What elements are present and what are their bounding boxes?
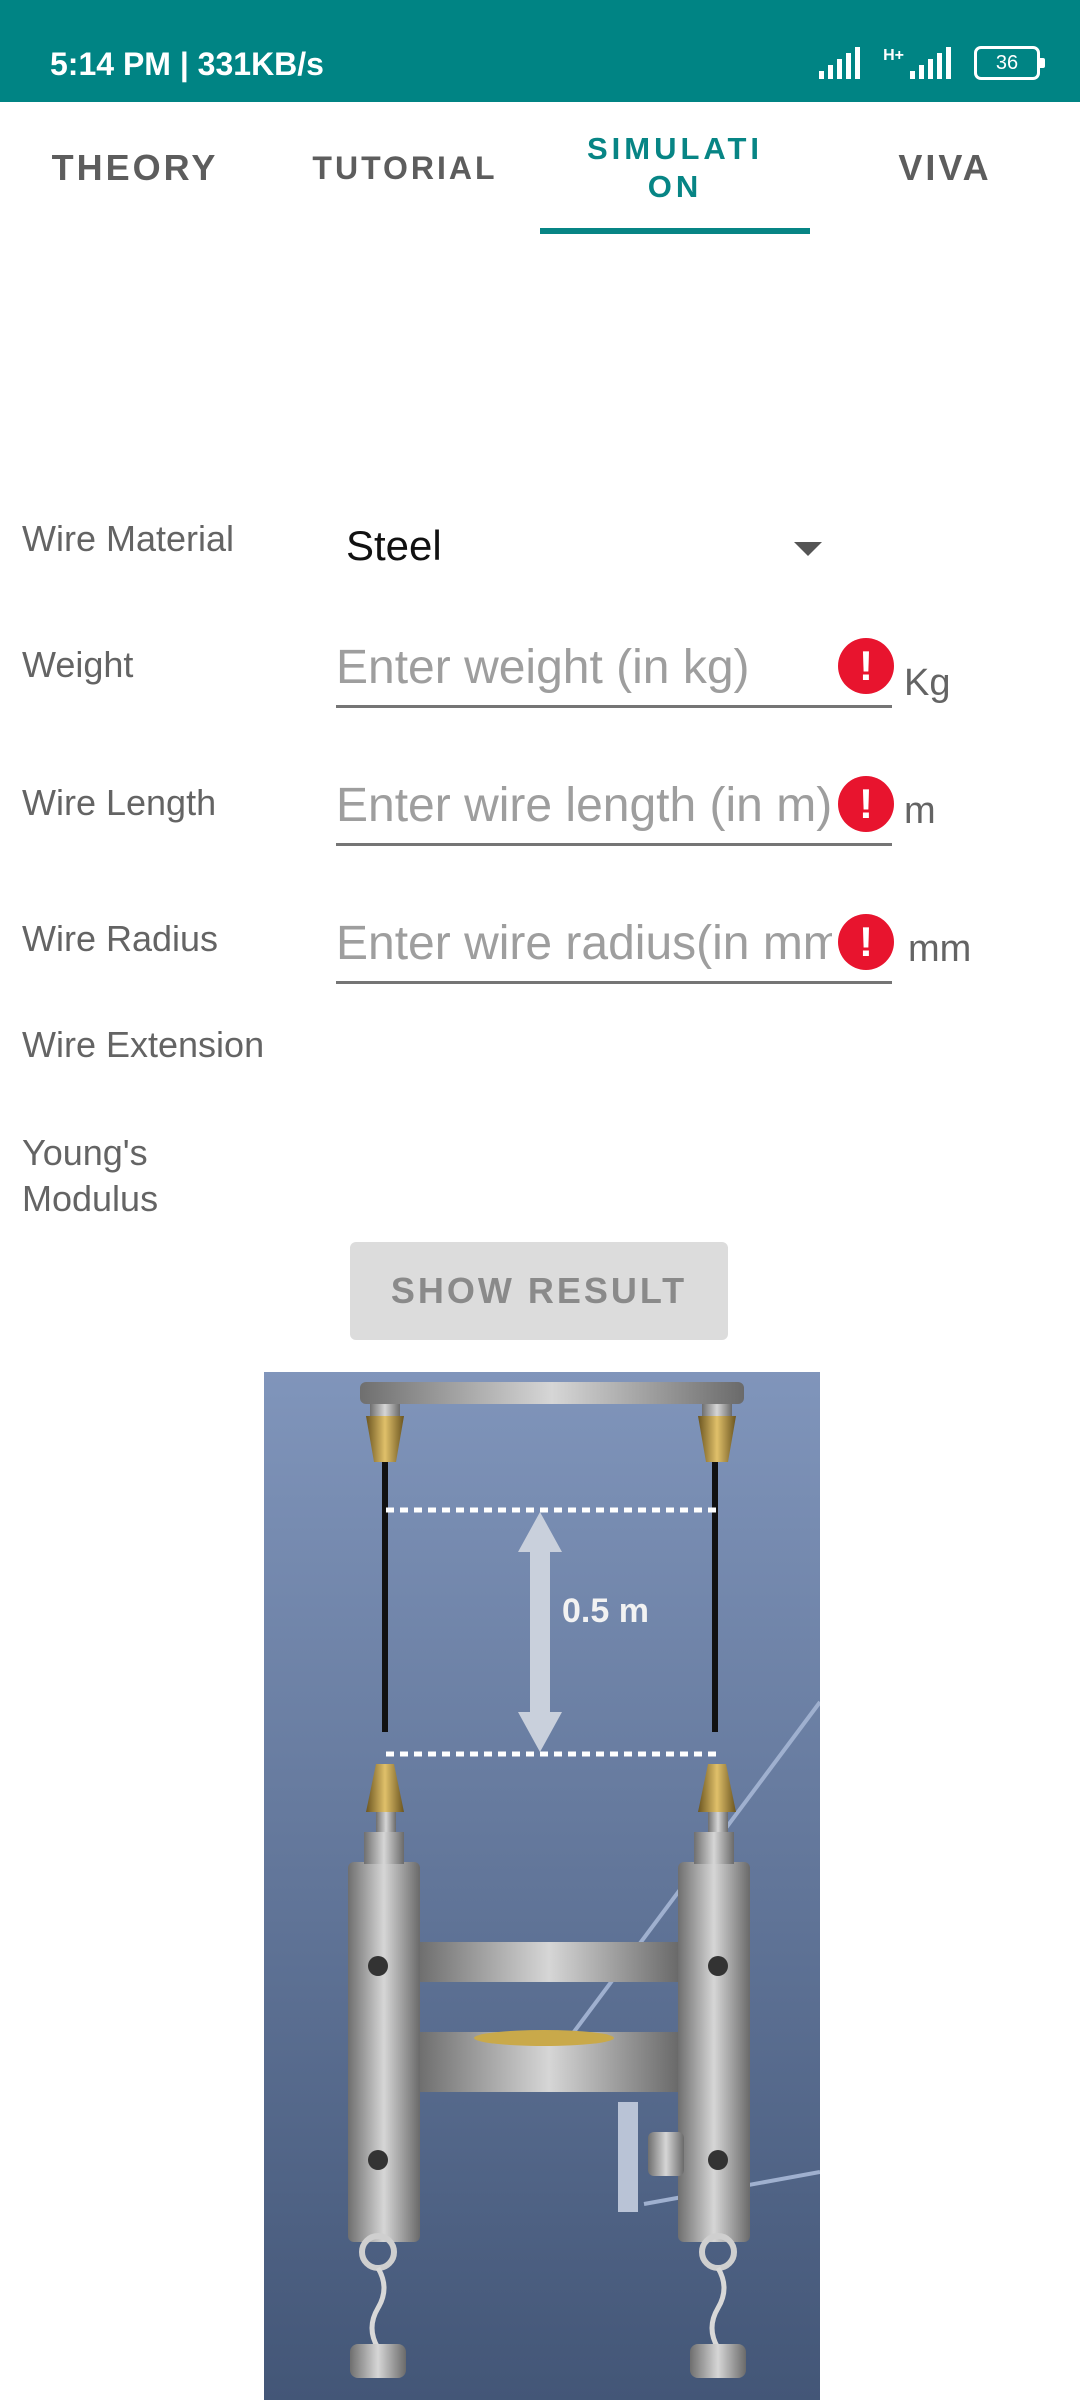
youngs-modulus-label: Young's Modulus: [22, 1132, 159, 1219]
weight-label: Weight: [22, 644, 134, 685]
wire-radius-label: Wire Radius: [22, 918, 219, 959]
tab-tutorial-label: TUTORIAL: [312, 149, 498, 186]
signal-icon-2: [910, 47, 951, 79]
youngs-modulus-row: Young's Modulus: [0, 1130, 1080, 1230]
status-time-speed: 5:14 PM | 331KB/s: [50, 46, 324, 82]
signal-icon: [819, 47, 861, 79]
simulation-view: 0.5 m: [264, 1372, 820, 2400]
wire-extension-row: Wire Extension: [0, 1024, 1080, 1074]
tab-simulation-label: SIMULATION: [586, 131, 764, 204]
tab-viva[interactable]: VIVA: [810, 102, 1080, 234]
wire-radius-row: Wire Radius ! mm: [0, 906, 1080, 986]
wire-extension-label: Wire Extension: [22, 1024, 265, 1065]
tab-bar: THEORY TUTORIAL SIMULATION VIVA: [0, 102, 1080, 234]
tab-theory-label: THEORY: [51, 147, 219, 188]
wire-length-row: Wire Length ! m: [0, 768, 1080, 848]
weight-input[interactable]: [336, 630, 892, 708]
weight-unit: Kg: [904, 662, 951, 704]
wire-material-spinner[interactable]: Steel: [336, 518, 836, 578]
error-icon: !: [838, 914, 894, 970]
status-bar: 5:14 PM | 331KB/s H+ 36: [0, 0, 1080, 102]
wire-radius-unit: mm: [908, 928, 972, 970]
wire-material-row: Wire Material Steel: [0, 518, 1080, 578]
wire-length-unit: m: [904, 790, 936, 832]
weight-row: Weight ! Kg: [0, 630, 1080, 710]
show-result-button[interactable]: SHOW RESULT: [350, 1242, 728, 1340]
tab-viva-label: VIVA: [898, 147, 992, 188]
searle-apparatus-illustration: 0.5 m: [264, 1372, 820, 2400]
wire-material-label: Wire Material: [22, 518, 235, 559]
status-icons: H+ 36: [819, 46, 1045, 80]
battery-icon: 36: [974, 46, 1045, 80]
wire-material-value: Steel: [346, 522, 442, 569]
tab-simulation[interactable]: SIMULATION: [540, 102, 810, 234]
wire-radius-input[interactable]: [336, 906, 892, 984]
network-type-icon: H+: [883, 47, 904, 64]
error-icon: !: [838, 638, 894, 694]
wire-length-label: Wire Length: [22, 782, 217, 823]
tab-theory[interactable]: THEORY: [0, 102, 270, 234]
dropdown-caret-icon: [794, 542, 822, 556]
length-label: 0.5 m: [562, 1592, 649, 1630]
wire-length-input[interactable]: [336, 768, 892, 846]
error-icon: !: [838, 776, 894, 832]
tab-tutorial[interactable]: TUTORIAL: [270, 102, 540, 234]
